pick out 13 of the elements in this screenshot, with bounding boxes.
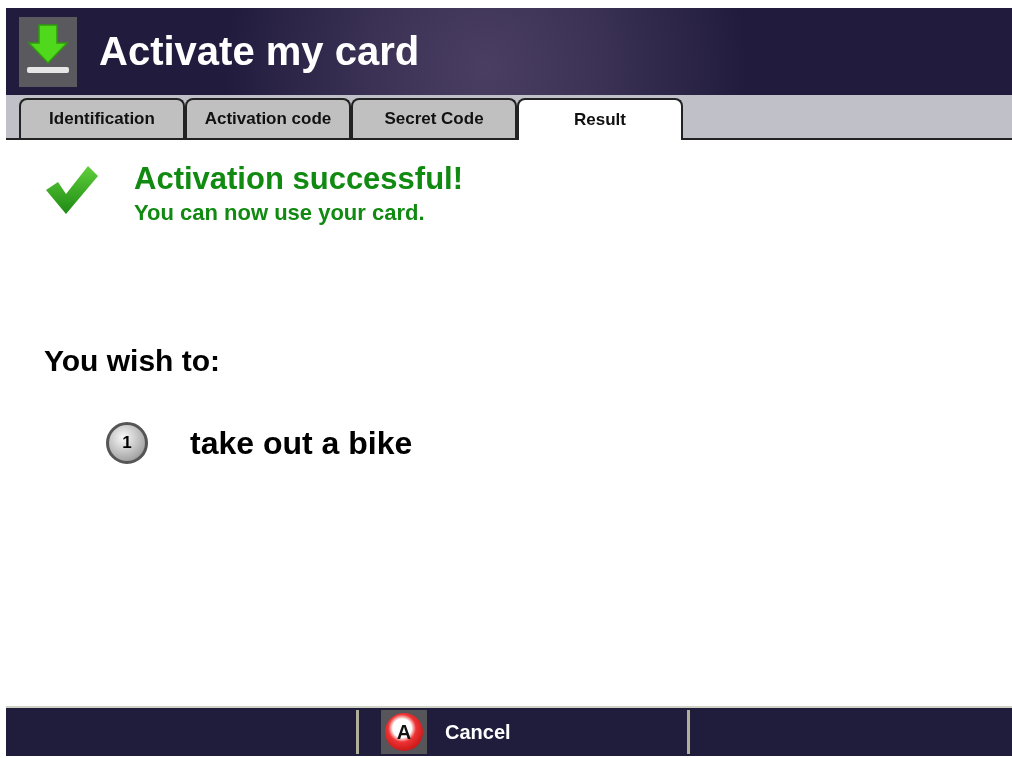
- tab[interactable]: Secret Code: [351, 98, 517, 138]
- option-label[interactable]: take out a bike: [190, 424, 413, 462]
- page-title: Activate my card: [99, 29, 420, 74]
- tab[interactable]: Activation code: [185, 98, 351, 138]
- success-message: You can now use your card.: [134, 200, 426, 226]
- tab[interactable]: Identification: [19, 98, 185, 138]
- cancel-button[interactable]: Cancel: [445, 720, 511, 744]
- tab[interactable]: Result: [517, 98, 683, 140]
- number-key-badge[interactable]: 1: [106, 422, 148, 464]
- success-heading: Activation successful!: [134, 160, 464, 198]
- checkmark-icon: [44, 164, 98, 216]
- letter-key-badge[interactable]: A: [385, 713, 423, 751]
- options-prompt: You wish to:: [44, 344, 222, 378]
